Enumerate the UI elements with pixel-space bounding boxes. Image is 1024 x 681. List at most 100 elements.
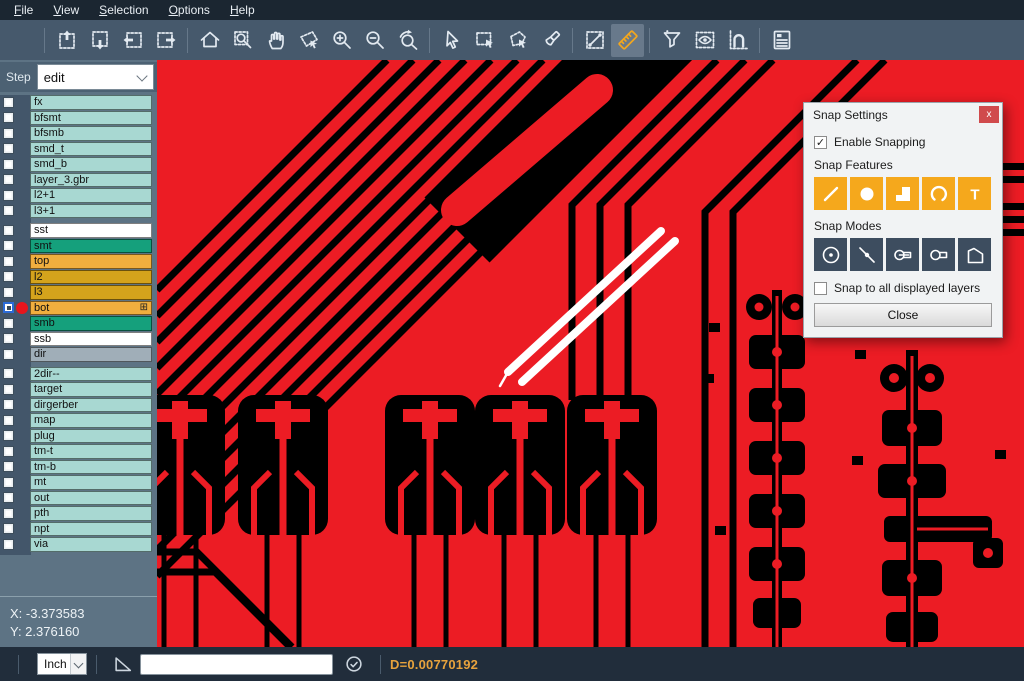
layer-row[interactable]: mt⊞ — [0, 475, 157, 490]
snap-all-layers-row[interactable]: Snap to all displayed layers — [814, 281, 992, 295]
layer-label[interactable]: layer_3.gbr⊞ — [30, 173, 152, 188]
layer-row[interactable]: out⊞ — [0, 491, 157, 506]
snap-mode-pad-outline-button[interactable] — [922, 238, 955, 271]
step-dropdown[interactable]: edit — [37, 64, 154, 90]
layer-visibility-checkbox[interactable] — [3, 256, 14, 267]
layer-label[interactable]: out⊞ — [30, 491, 152, 506]
zoom-window-button[interactable] — [226, 24, 259, 57]
menu-file[interactable]: File — [4, 1, 43, 19]
layer-label[interactable]: map⊞ — [30, 413, 152, 428]
layer-visibility-checkbox[interactable] — [3, 430, 14, 441]
layer-label[interactable]: bot⊞ — [30, 301, 152, 316]
layer-label[interactable]: l3⊞ — [30, 285, 152, 300]
layer-visibility-checkbox[interactable] — [3, 461, 14, 472]
layer-visibility-checkbox[interactable] — [3, 368, 14, 379]
snap-mode-pad-with-hole-button[interactable] — [886, 238, 919, 271]
layer-visibility-checkbox[interactable] — [3, 492, 14, 503]
pan-down-button[interactable] — [83, 24, 116, 57]
layer-label[interactable]: smb⊞ — [30, 316, 152, 331]
layer-visibility-checkbox[interactable] — [3, 508, 14, 519]
layer-row[interactable]: plug⊞ — [0, 429, 157, 444]
layer-visibility-checkbox[interactable] — [3, 349, 14, 360]
layer-row[interactable]: tm-t⊞ — [0, 444, 157, 459]
measure-line-button[interactable] — [578, 24, 611, 57]
layer-label[interactable]: npt⊞ — [30, 522, 152, 537]
layer-row[interactable]: sst⊞ — [0, 223, 157, 238]
layer-label[interactable]: tm-b⊞ — [30, 460, 152, 475]
layer-visibility-checkbox[interactable] — [3, 97, 14, 108]
layer-label[interactable]: via⊞ — [30, 537, 152, 552]
report-button[interactable] — [765, 24, 798, 57]
layer-visibility-checkbox[interactable] — [3, 302, 14, 313]
layer-visibility-checkbox[interactable] — [3, 112, 14, 123]
select-rectangle-button[interactable] — [468, 24, 501, 57]
layer-visibility-checkbox[interactable] — [3, 190, 14, 201]
layer-visibility-checkbox[interactable] — [3, 225, 14, 236]
layer-visibility-checkbox[interactable] — [3, 205, 14, 216]
layer-visibility-checkbox[interactable] — [3, 318, 14, 329]
dialog-title-bar[interactable]: Snap Settings x — [804, 103, 1002, 126]
dialog-close-icon[interactable]: x — [979, 106, 999, 123]
layer-label[interactable]: l3+1⊞ — [30, 204, 152, 219]
layer-label[interactable]: ssb⊞ — [30, 332, 152, 347]
enable-snapping-row[interactable]: ✓ Enable Snapping — [814, 135, 992, 149]
snap-mode-point-on-line-button[interactable] — [850, 238, 883, 271]
layer-visibility-checkbox[interactable] — [3, 287, 14, 298]
layer-label[interactable]: smd_b⊞ — [30, 157, 152, 172]
layer-label[interactable]: tm-t⊞ — [30, 444, 152, 459]
layer-visibility-checkbox[interactable] — [3, 399, 14, 410]
layer-row[interactable]: l3+1⊞ — [0, 204, 157, 219]
layer-label[interactable]: sst⊞ — [30, 223, 152, 238]
menu-view[interactable]: View — [43, 1, 89, 19]
snap-mode-contour-button[interactable] — [958, 238, 991, 271]
layer-visibility-checkbox[interactable] — [3, 159, 14, 170]
layer-visibility-checkbox[interactable] — [3, 539, 14, 550]
layer-row[interactable]: npt⊞ — [0, 522, 157, 537]
menu-help[interactable]: Help — [220, 1, 265, 19]
layer-row[interactable]: smd_t⊞ — [0, 142, 157, 157]
zoom-in-button[interactable] — [325, 24, 358, 57]
layer-row[interactable]: bfsmb⊞ — [0, 126, 157, 141]
layer-visibility-checkbox[interactable] — [3, 143, 14, 154]
layer-row[interactable]: dirgerber⊞ — [0, 398, 157, 413]
layer-visibility-checkbox[interactable] — [3, 523, 14, 534]
layer-row[interactable]: ssb⊞ — [0, 332, 157, 347]
layer-row[interactable]: via⊞ — [0, 537, 157, 552]
measure-ruler-button[interactable] — [611, 24, 644, 57]
layer-row[interactable]: smd_b⊞ — [0, 157, 157, 172]
snap-feature-text-button[interactable]: T — [958, 177, 991, 210]
menu-options[interactable]: Options — [159, 1, 220, 19]
layer-visibility-checkbox[interactable] — [3, 446, 14, 457]
menu-selection[interactable]: Selection — [89, 1, 158, 19]
layer-row[interactable]: top⊞ — [0, 254, 157, 269]
select-polygon-button[interactable] — [501, 24, 534, 57]
unit-dropdown[interactable]: Inch — [37, 653, 87, 675]
snap-feature-arc-button[interactable] — [922, 177, 955, 210]
layer-visibility-checkbox[interactable] — [3, 384, 14, 395]
home-view-button[interactable] — [193, 24, 226, 57]
layer-label[interactable]: pth⊞ — [30, 506, 152, 521]
pan-right-button[interactable] — [149, 24, 182, 57]
layer-visibility-checkbox[interactable] — [3, 174, 14, 185]
layer-row[interactable]: tm-b⊞ — [0, 460, 157, 475]
layer-row[interactable]: smb⊞ — [0, 316, 157, 331]
enable-snapping-checkbox[interactable]: ✓ — [814, 136, 827, 149]
layer-label[interactable]: plug⊞ — [30, 429, 152, 444]
layer-visibility-checkbox[interactable] — [3, 333, 14, 344]
zoom-previous-button[interactable] — [391, 24, 424, 57]
view-visibility-button[interactable] — [688, 24, 721, 57]
open-folder-button[interactable] — [6, 24, 39, 57]
layer-row[interactable]: bot⊞ — [0, 301, 157, 316]
snap-mode-pad-center-button[interactable] — [814, 238, 847, 271]
layer-label[interactable]: l2+1⊞ — [30, 188, 152, 203]
layer-visibility-checkbox[interactable] — [3, 128, 14, 139]
layer-row[interactable]: bfsmt⊞ — [0, 111, 157, 126]
zoom-polygon-button[interactable] — [292, 24, 325, 57]
measure-angle-icon[interactable] — [112, 653, 134, 675]
snap-feature-pad-button[interactable] — [850, 177, 883, 210]
layer-visibility-checkbox[interactable] — [3, 477, 14, 488]
layer-label[interactable]: bfsmt⊞ — [30, 111, 152, 126]
zoom-out-button[interactable] — [358, 24, 391, 57]
layer-label[interactable]: target⊞ — [30, 382, 152, 397]
layer-row[interactable]: 2dir--⊞ — [0, 367, 157, 382]
